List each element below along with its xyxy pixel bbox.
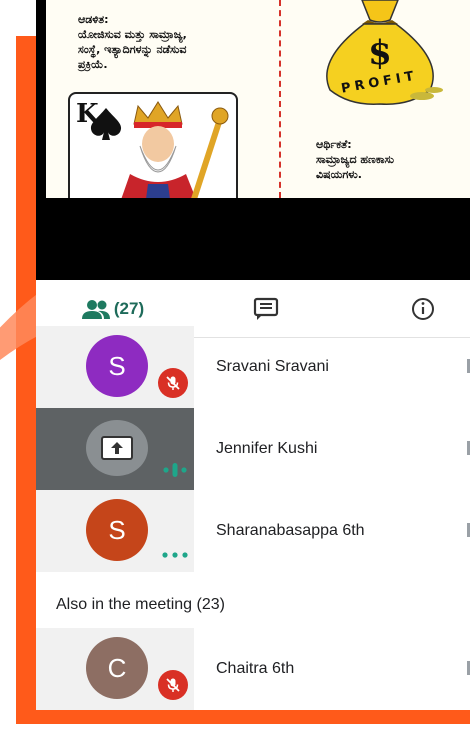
shared-slide: ಆಡಳಿತ: ಯೋಜಿಸುವ ಮತ್ತು ಸಾಮ್ರಾಜ್ಯ, ಸಂಸ್ಥೆ, … [46, 0, 470, 198]
avatar: S [86, 335, 148, 397]
speaking-indicator-icon [163, 463, 187, 477]
participant-count: (27) [113, 299, 145, 318]
slide-left-body-2: ಸಂಸ್ಥೆ, ಇತ್ಯಾದಿಗಳನ್ನು ನಡೆಸುವ [78, 43, 187, 56]
slide-left-body-1: ಯೋಜಿಸುವ ಮತ್ತು ಸಾಮ್ರಾಜ್ಯ, [78, 28, 187, 41]
slide-right-body-2: ವಿಷಯಗಳು. [316, 168, 362, 181]
dollar-sign-icon: $ [368, 33, 392, 73]
participant-row[interactable]: Jennifer Kushi [36, 408, 470, 490]
participant-name: Jennifer Kushi [216, 440, 318, 457]
screen-share-icon [101, 436, 133, 460]
presenting-avatar [86, 420, 148, 476]
mic-off-icon [158, 368, 188, 398]
mic-off-icon [158, 670, 188, 700]
meet-screen: ಆಡಳಿತ: ಯೋಜಿಸುವ ಮತ್ತು ಸಾಮ್ರಾಜ್ಯ, ಸಂಸ್ಥೆ, … [36, 0, 470, 710]
people-icon [81, 300, 110, 319]
participant-row[interactable]: S Sharanabasappa 6th [36, 490, 470, 572]
chat-icon [253, 297, 279, 320]
participant-name: Sharanabasappa 6th [216, 522, 365, 539]
king-card-image: K [68, 92, 238, 198]
presentation-area: ಆಡಳಿತ: ಯೋಜಿಸುವ ಮತ್ತು ಸಾಮ್ರಾಜ್ಯ, ಸಂಸ್ಥೆ, … [36, 0, 470, 280]
audio-dots-icon [162, 552, 188, 558]
avatar: C [86, 637, 148, 699]
info-icon [412, 298, 434, 320]
frame-left-bar [16, 36, 36, 724]
participant-name: Chaitra 6th [216, 660, 295, 677]
avatar: S [86, 499, 148, 561]
slide-right-heading: ಆರ್ಥಿಕತೆ: [316, 138, 352, 151]
slide-left-body-3: ಪ್ರಕ್ರಿಯೆ. [78, 58, 108, 71]
also-in-meeting-heading: Also in the meeting (23) [56, 596, 225, 613]
slide-left-heading: ಆಡಳಿತ: [78, 13, 109, 26]
participant-row[interactable]: S Sravani Sravani [36, 326, 470, 408]
frame-bottom-bar [16, 710, 470, 724]
slide-right-body-1: ಸಾಮ್ರಾಜ್ಯದ ಹಣಕಾಸು [316, 153, 394, 166]
participant-name: Sravani Sravani [216, 358, 329, 375]
participant-row[interactable]: C Chaitra 6th [36, 628, 470, 710]
profit-bag-image: $ PROFIT [310, 0, 450, 110]
slide-divider [279, 0, 281, 198]
